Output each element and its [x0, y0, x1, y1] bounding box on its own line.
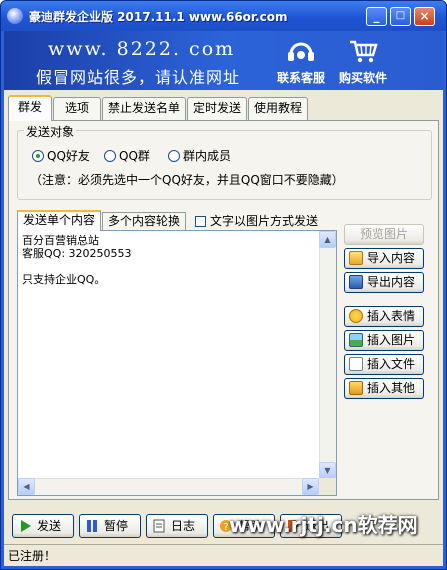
insert-file-label: 插入文件	[367, 357, 416, 371]
file-icon	[349, 357, 363, 371]
image-mode-checkbox[interactable]: 文字以图片方式发送	[195, 212, 318, 229]
tab-options[interactable]: 选项	[53, 97, 101, 120]
insert-image-label: 插入图片	[367, 333, 416, 347]
radio-selected-icon	[32, 150, 44, 162]
banner-url[interactable]: www. 8222. com	[48, 38, 235, 60]
title-bar[interactable]: 豪迪群发企业版 2017.11.1 www.66or.com _ □ ×	[1, 1, 446, 31]
import-content-label: 导入内容	[367, 251, 416, 265]
tab-scheduled-send[interactable]: 定时发送	[187, 97, 247, 120]
send-target-legend: 发送对象	[24, 123, 77, 140]
log-label: 日志	[171, 519, 196, 533]
insert-other-label: 插入其他	[367, 381, 416, 395]
pause-icon	[87, 520, 97, 532]
vertical-scrollbar[interactable]: ▲ ▼	[319, 231, 336, 479]
insert-file-button[interactable]: 插入文件	[344, 354, 424, 375]
import-content-button[interactable]: 导入内容	[344, 248, 424, 269]
ad-banner: www. 8222. com 假冒网站很多，请认准网址 联系客服 购买软件	[4, 31, 443, 90]
checkbox-box	[195, 216, 206, 227]
tab-single-content[interactable]: 发送单个内容	[17, 210, 101, 231]
smiley-icon	[349, 309, 363, 323]
pause-button[interactable]: 暂停	[79, 514, 141, 538]
app-window: 豪迪群发企业版 2017.11.1 www.66or.com _ □ × www…	[0, 0, 447, 570]
scroll-up-icon[interactable]: ▲	[319, 231, 336, 248]
scroll-right-icon[interactable]: ▶	[302, 478, 319, 495]
send-target-group: 发送对象 QQ好友 QQ群 群内成员 （注意：必须先选中一个QQ好友，并且QQ窗…	[17, 123, 432, 200]
app-logo-icon	[7, 8, 23, 24]
export-content-button[interactable]: 导出内容	[344, 272, 424, 293]
radio-unselected-icon	[104, 150, 116, 162]
preview-image-button[interactable]: 预览图片	[344, 224, 424, 245]
contact-support-label: 联系客服	[276, 71, 325, 85]
pause-label: 暂停	[104, 519, 129, 533]
close-button[interactable]: ×	[414, 7, 435, 26]
status-bar: 已注册！	[4, 544, 443, 566]
insert-arrow-icon	[349, 381, 363, 395]
send-button[interactable]: 发送	[12, 514, 74, 538]
contact-support-button[interactable]: 联系客服	[274, 38, 328, 86]
banner-slogan: 假冒网站很多，请认准网址	[36, 68, 241, 87]
scroll-left-icon[interactable]: ◀	[18, 478, 35, 495]
save-disk-icon	[349, 275, 363, 289]
radio-group-members-label: 群内成员	[183, 149, 232, 163]
cart-icon	[350, 40, 378, 63]
svg-text:?: ?	[223, 522, 228, 533]
insert-other-button[interactable]: 插入其他	[344, 378, 424, 399]
send-label: 发送	[37, 519, 62, 533]
tab-tutorial[interactable]: 使用教程	[248, 97, 308, 120]
insert-emoji-button[interactable]: 插入表情	[344, 306, 424, 327]
radio-qq-friends[interactable]: QQ好友	[32, 147, 90, 164]
minimize-button[interactable]: _	[366, 7, 387, 26]
play-icon	[21, 520, 31, 532]
buy-software-button[interactable]: 购买软件	[336, 38, 390, 86]
export-content-label: 导出内容	[367, 275, 416, 289]
log-button[interactable]: 日志	[146, 514, 208, 538]
insert-emoji-label: 插入表情	[367, 309, 416, 323]
image-mode-label: 文字以图片方式发送	[210, 214, 319, 228]
target-note: （注意：必须先选中一个QQ好友，并且QQ窗口不要隐藏）	[30, 173, 344, 187]
picture-icon	[349, 333, 363, 347]
main-tabs: 群发 选项 禁止发送名单 定时发送 使用教程	[4, 95, 443, 121]
window-title: 豪迪群发企业版 2017.11.1 www.66or.com	[29, 10, 288, 24]
log-icon	[153, 519, 165, 533]
headset-icon	[288, 42, 314, 61]
radio-qq-groups-label: QQ群	[119, 149, 150, 163]
tab-broadcast[interactable]: 群发	[8, 95, 52, 121]
buy-software-label: 购买软件	[338, 71, 387, 85]
radio-group-members[interactable]: 群内成员	[168, 147, 231, 164]
radio-unselected-icon	[168, 150, 180, 162]
maximize-button[interactable]: □	[390, 7, 411, 26]
insert-image-button[interactable]: 插入图片	[344, 330, 424, 351]
main-client-area: 群发 选项 禁止发送名单 定时发送 使用教程 发送对象 QQ好友 QQ群 群内成…	[4, 90, 443, 566]
scroll-corner	[319, 478, 336, 495]
tab-rotating-content[interactable]: 多个内容轮换	[102, 212, 186, 230]
radio-qq-friends-label: QQ好友	[47, 149, 90, 163]
broadcast-panel: 发送对象 QQ好友 QQ群 群内成员 （注意：必须先选中一个QQ好友，并且QQ窗…	[8, 120, 439, 500]
message-text[interactable]: 百分百营销总站 客服QQ: 320250553 只支持企业QQ。	[22, 234, 312, 286]
tab-blocklist[interactable]: 禁止发送名单	[102, 97, 186, 120]
horizontal-scrollbar[interactable]: ◀ ▶	[18, 478, 319, 495]
radio-qq-groups[interactable]: QQ群	[104, 147, 150, 164]
folder-open-icon	[349, 251, 363, 265]
scroll-down-icon[interactable]: ▼	[319, 462, 336, 479]
watermark: www.rjtj.cn软荐网	[229, 513, 418, 537]
message-editor[interactable]: 百分百营销总站 客服QQ: 320250553 只支持企业QQ。 ▲ ▼ ◀ ▶	[17, 230, 337, 496]
